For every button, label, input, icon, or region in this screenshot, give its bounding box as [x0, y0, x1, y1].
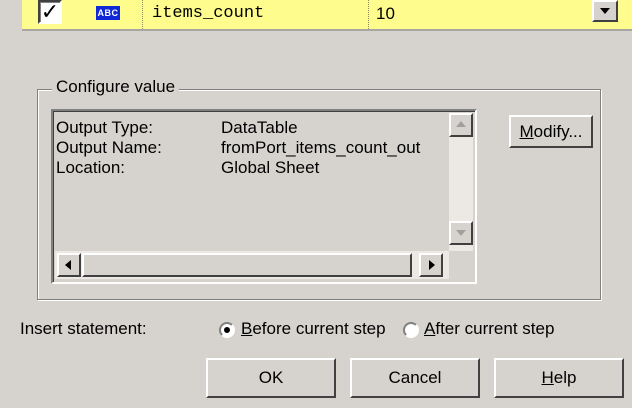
output-name-value: fromPort_items_count_out	[221, 138, 421, 157]
after-mnemonic: A	[424, 319, 436, 338]
modify-label-rest: odify...	[533, 122, 583, 141]
after-label-rest: fter current step	[435, 319, 555, 338]
value-dropdown-button[interactable]	[592, 0, 618, 22]
grid-row-shadow	[22, 29, 632, 31]
ok-button[interactable]: OK	[206, 358, 336, 398]
cell-divider	[142, 0, 143, 29]
horizontal-scroll-thumb[interactable]	[82, 253, 412, 277]
output-name-label: Output Name:	[56, 138, 162, 157]
location-value: Global Sheet	[221, 158, 320, 177]
string-type-icon: ABC	[96, 6, 120, 20]
scroll-up-arrow-icon[interactable]	[449, 113, 473, 137]
parameter-name-cell[interactable]: items_count	[152, 4, 264, 23]
scroll-right-arrow-icon[interactable]	[419, 253, 443, 277]
before-mnemonic: B	[241, 319, 253, 338]
insert-statement-label: Insert statement:	[20, 319, 147, 338]
output-type-value: DataTable	[221, 118, 298, 137]
modify-button[interactable]: Modify...	[509, 115, 593, 148]
scroll-left-arrow-icon[interactable]	[57, 253, 81, 277]
modify-mnemonic: M	[519, 122, 534, 141]
output-type-label: Output Type:	[56, 118, 154, 137]
location-label: Location:	[56, 158, 125, 177]
after-current-step-radio[interactable]	[403, 322, 419, 338]
row-checkbox[interactable]: ✓	[38, 0, 62, 24]
help-label-rest: elp	[553, 368, 577, 387]
help-mnemonic: H	[541, 368, 554, 387]
after-current-step-label[interactable]: After current step	[424, 319, 554, 339]
cancel-button[interactable]: Cancel	[350, 358, 480, 398]
before-label-rest: efore current step	[252, 319, 386, 338]
scroll-down-arrow-icon[interactable]	[449, 221, 473, 245]
help-button[interactable]: Help	[494, 358, 624, 398]
cell-divider	[368, 0, 369, 29]
before-current-step-radio[interactable]	[219, 322, 235, 338]
configure-value-legend: Configure value	[52, 77, 180, 97]
vertical-scrollbar[interactable]	[449, 113, 473, 251]
before-current-step-label[interactable]: Before current step	[241, 319, 386, 339]
parameter-grid-row[interactable]: ✓ ABC items_count 10	[0, 0, 632, 29]
parameter-value-cell[interactable]: 10	[376, 4, 395, 24]
